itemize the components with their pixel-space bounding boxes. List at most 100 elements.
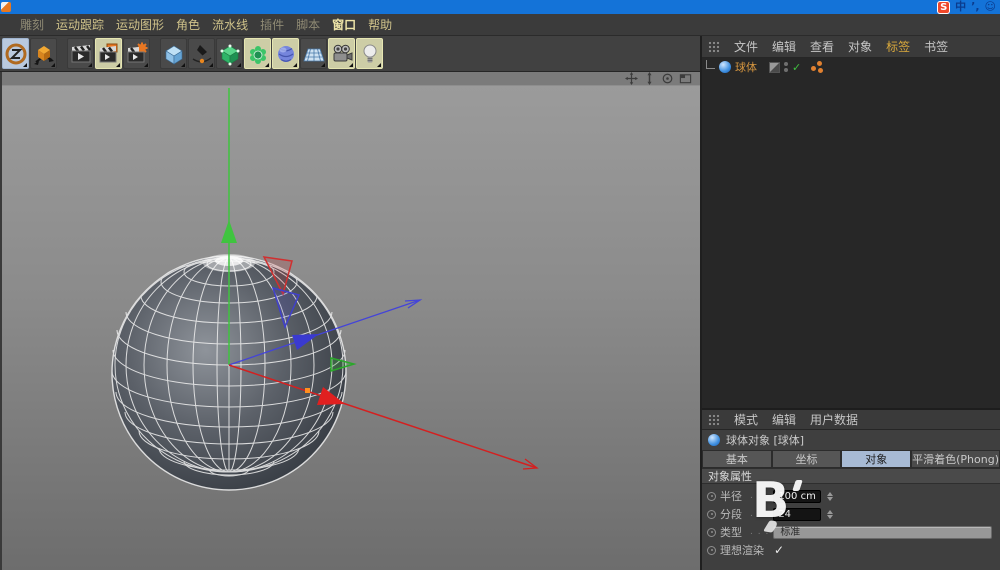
sogou-ime-icon[interactable]: S: [937, 1, 950, 14]
visibility-dots-icon[interactable]: [784, 62, 788, 72]
tab-phong[interactable]: 平滑着色(Phong): [911, 450, 1000, 468]
camera-icon: [330, 42, 354, 66]
field-radius: 半径 . . . 100 cm: [702, 487, 1000, 505]
ime-language-toggle[interactable]: 中: [955, 0, 966, 14]
panel-drag-handle-icon[interactable]: [708, 41, 720, 53]
om-menu-file[interactable]: 文件: [734, 38, 758, 55]
ime-emoji-icon[interactable]: ☺: [985, 0, 996, 14]
segments-label: 分段: [720, 506, 746, 522]
render-settings-icon: [125, 42, 149, 66]
field-segments: 分段 . . . 24: [702, 505, 1000, 523]
main-menubar: 雕刻 运动跟踪 运动图形 角色 流水线 插件 脚本 窗口 帮助: [0, 14, 1000, 36]
viewport-rotate-icon[interactable]: [661, 72, 674, 85]
panel-drag-handle-icon[interactable]: [708, 414, 720, 426]
ime-punctuation-toggle[interactable]: ’,: [971, 0, 979, 14]
subdivision-cube-icon: [218, 42, 242, 66]
radius-input[interactable]: 100 cm: [773, 490, 821, 503]
menu-script[interactable]: 脚本: [296, 16, 320, 33]
tab-coordinates[interactable]: 坐标: [772, 450, 842, 468]
om-menu-bookmarks[interactable]: 书签: [924, 38, 948, 55]
section-title: 对象属性: [708, 468, 752, 484]
leader-dots: . . .: [750, 509, 769, 519]
menu-mograph[interactable]: 运动图形: [116, 16, 164, 33]
axis-cube-icon: [32, 42, 56, 66]
field-type: 类型 . . . 标准: [702, 523, 1000, 541]
window-titlebar: S 中 ’, ☺: [0, 0, 1000, 14]
segments-spinner[interactable]: [827, 510, 833, 519]
render-perfect-checkbox[interactable]: ✓: [774, 543, 784, 557]
attribute-title-text: 球体对象 [球体]: [726, 432, 804, 448]
field-render-perfect: 理想渲染 ✓: [702, 541, 1000, 559]
radius-label: 半径: [720, 488, 746, 504]
attribute-object-title: 球体对象 [球体]: [702, 430, 1000, 450]
axis-cube-button[interactable]: [30, 38, 57, 69]
segments-input[interactable]: 24: [773, 508, 821, 521]
menu-pipeline[interactable]: 流水线: [212, 16, 248, 33]
menu-plugins[interactable]: 插件: [260, 16, 284, 33]
leader-dots: . . .: [750, 527, 769, 537]
menu-character[interactable]: 角色: [176, 16, 200, 33]
object-properties-header: 对象属性: [702, 468, 1000, 484]
attribute-manager-menubar: 模式 编辑 用户数据: [702, 410, 1000, 430]
cube-icon: [162, 42, 186, 66]
object-manager-tree[interactable]: 球体 ✓: [702, 58, 1000, 408]
gizmo-orange-handle[interactable]: [305, 388, 310, 393]
undo-z-icon: [4, 42, 28, 66]
right-panel: 文件 编辑 查看 对象 标签 书签 球体 ✓ 模式 编辑 用户数据 球体对象 […: [700, 36, 1000, 570]
axis-y-arrow[interactable]: [221, 220, 237, 243]
om-menu-view[interactable]: 查看: [810, 38, 834, 55]
om-menu-tags[interactable]: 标签: [886, 38, 910, 55]
viewport-canvas[interactable]: [2, 72, 700, 570]
ime-toolbar[interactable]: S 中 ’, ☺: [937, 0, 996, 14]
undo-z-button[interactable]: [2, 38, 29, 69]
render-picture-viewer-button[interactable]: [95, 38, 122, 69]
viewport-header: [2, 72, 700, 86]
leader-dots: . . .: [750, 491, 769, 501]
render-perfect-label: 理想渲染: [720, 542, 770, 558]
subdivision-surface-button[interactable]: [216, 38, 243, 69]
viewport-pan-icon[interactable]: [625, 72, 638, 85]
tab-basic[interactable]: 基本: [702, 450, 772, 468]
object-name[interactable]: 球体: [735, 59, 757, 75]
keyframe-dot-icon[interactable]: [707, 528, 716, 537]
tab-object[interactable]: 对象: [841, 450, 911, 468]
sphere-object-icon[interactable]: [719, 61, 731, 73]
radius-spinner[interactable]: [827, 492, 833, 501]
viewport-toggle-icon[interactable]: [679, 72, 692, 85]
om-menu-objects[interactable]: 对象: [848, 38, 872, 55]
keyframe-dot-icon[interactable]: [707, 510, 716, 519]
tree-elbow-icon: [706, 60, 715, 69]
render-view-icon: [69, 42, 93, 66]
render-settings-button[interactable]: [123, 38, 150, 69]
add-cube-button[interactable]: [160, 38, 187, 69]
phong-tag-icon[interactable]: [811, 61, 824, 73]
deformer-flower-icon: [246, 42, 270, 66]
pen-spline-button[interactable]: [188, 38, 215, 69]
viewport-zoom-icon[interactable]: [643, 72, 656, 85]
am-menu-mode[interactable]: 模式: [734, 411, 758, 428]
light-button[interactable]: [356, 38, 383, 69]
menu-help[interactable]: 帮助: [368, 16, 392, 33]
main-toolbar: [0, 36, 700, 72]
floor-button[interactable]: [300, 38, 327, 69]
menu-window[interactable]: 窗口: [332, 16, 356, 33]
viewport-3d[interactable]: [0, 72, 700, 570]
render-view-button[interactable]: [67, 38, 94, 69]
deformer-button[interactable]: [244, 38, 271, 69]
object-row-sphere[interactable]: 球体 ✓: [702, 58, 1000, 76]
layer-toggle-icon[interactable]: [769, 62, 780, 73]
menu-sculpt[interactable]: 雕刻: [20, 16, 44, 33]
window-icon: [1, 2, 11, 12]
am-menu-edit[interactable]: 编辑: [772, 411, 796, 428]
type-dropdown[interactable]: 标准: [773, 526, 992, 539]
keyframe-dot-icon[interactable]: [707, 492, 716, 501]
om-menu-edit[interactable]: 编辑: [772, 38, 796, 55]
field-sphere-button[interactable]: [272, 38, 299, 69]
keyframe-dot-icon[interactable]: [707, 546, 716, 555]
light-bulb-icon: [358, 42, 382, 66]
menu-motion-tracking[interactable]: 运动跟踪: [56, 16, 104, 33]
am-menu-userdata[interactable]: 用户数据: [810, 411, 858, 428]
enable-check-icon[interactable]: ✓: [792, 61, 801, 74]
camera-button[interactable]: [328, 38, 355, 69]
pen-icon: [190, 42, 214, 66]
